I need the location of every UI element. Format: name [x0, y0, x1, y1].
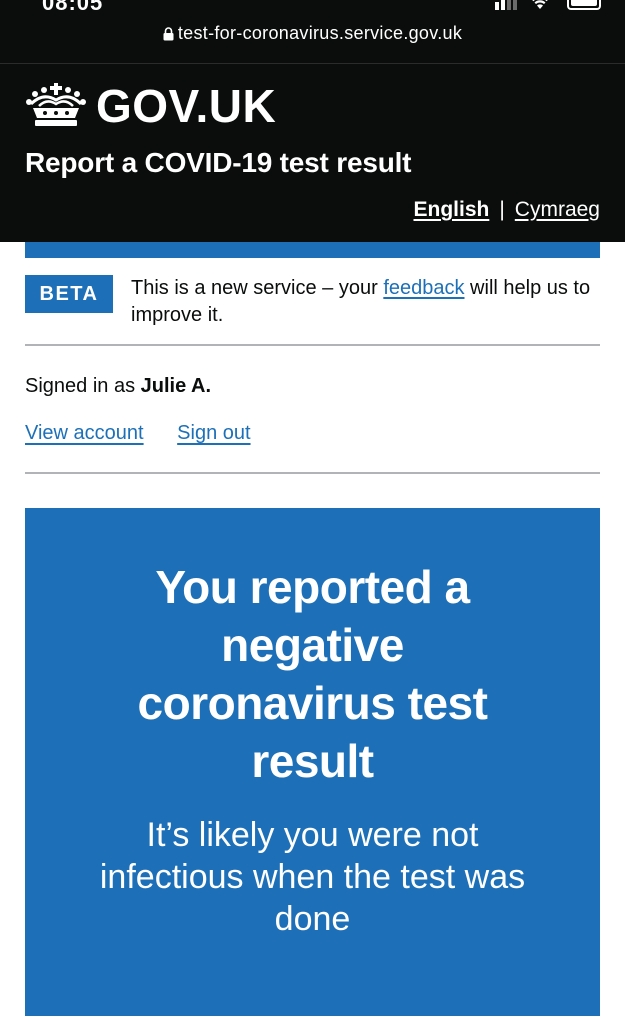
result-panel: You reported a negative coronavirus test… [25, 508, 600, 1016]
header-blue-strip [25, 242, 600, 258]
address-display[interactable]: test-for-coronavirus.service.gov.uk [163, 23, 462, 44]
section-divider [25, 472, 600, 474]
url-text: test-for-coronavirus.service.gov.uk [177, 23, 463, 43]
service-name[interactable]: Report a COVID-19 test result [25, 146, 411, 180]
language-cymraeg-link[interactable]: Cymraeg [515, 198, 600, 222]
browser-address-bar[interactable]: test-for-coronavirus.service.gov.uk [0, 12, 625, 64]
result-panel-title: You reported a negative coronavirus test… [137, 561, 488, 787]
status-bar: 08:05 [0, 0, 625, 12]
feedback-link[interactable]: feedback [383, 277, 464, 299]
govuk-header: GOV.UK Report a COVID-19 test result Eng… [0, 64, 625, 242]
signed-in-user-name: Julie A. [140, 375, 212, 397]
account-links: View account Sign out [25, 418, 251, 448]
lock-icon [163, 26, 174, 40]
status-icons [495, 0, 601, 12]
status-time: 08:05 [42, 0, 103, 12]
view-account-link[interactable]: View account [25, 422, 144, 444]
cellular-signal-icon [495, 0, 517, 10]
govuk-logo-link[interactable]: GOV.UK [96, 80, 276, 132]
battery-icon [567, 0, 601, 10]
signed-in-prefix: Signed in as [25, 375, 141, 397]
wifi-icon [532, 0, 548, 9]
sign-out-link[interactable]: Sign out [177, 422, 250, 444]
crown-icon[interactable] [25, 82, 87, 128]
phase-text-before: This is a new service – your [131, 277, 384, 299]
language-english-link[interactable]: English [413, 198, 489, 222]
language-toggle: English | Cymraeg [413, 198, 600, 222]
phase-banner-text: This is a new service – your feedback wi… [131, 275, 596, 329]
phase-banner: BETA This is a new service – your feedba… [25, 270, 600, 346]
language-separator: | [499, 198, 505, 221]
beta-tag: BETA [25, 275, 113, 313]
result-panel-body: It’s likely you were not infectious when… [99, 816, 526, 938]
signed-in-text: Signed in as Julie A. [25, 372, 211, 400]
